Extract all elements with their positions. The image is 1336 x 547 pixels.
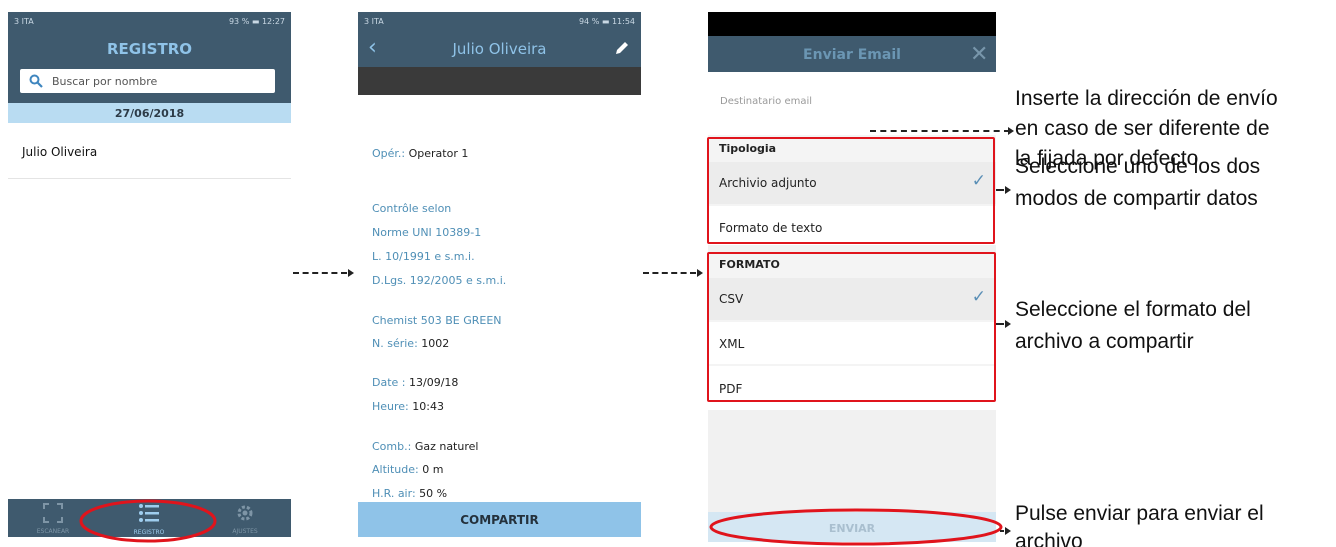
serie-row: N. série: 1002 (372, 337, 449, 350)
norme-label: Norme UNI 10389-1 (372, 226, 482, 239)
altitude-row: Altitude: 0 m (372, 463, 443, 476)
connector-format-head (1005, 320, 1011, 328)
annotation-recipient-line2: en caso de ser diferente de (1015, 117, 1270, 140)
annotation-recipient-line1: Inserte la dirección de envío (1015, 87, 1278, 110)
serie-value: 1002 (421, 337, 450, 350)
highlight-registro-ellipse (79, 499, 217, 543)
heure-label: Heure: (372, 400, 409, 413)
share-button[interactable]: COMPARTIR (358, 502, 641, 537)
heure-value: 10:43 (412, 400, 444, 413)
page-title: Julio Oliveira (452, 40, 547, 58)
heure-row: Heure: 10:43 (372, 400, 444, 413)
dialog-title: Enviar Email (803, 47, 901, 63)
altitude-label: Altitude: (372, 463, 419, 476)
edit-pencil-icon[interactable] (614, 40, 630, 56)
controle-label: Contrôle selon (372, 202, 452, 215)
connector-arrow-2 (643, 272, 696, 274)
page-title: REGISTRO (106, 40, 193, 58)
date-row: Date : 13/09/18 (372, 376, 458, 389)
status-bar: 3 ITA 94 % ▬ 11:54 (358, 12, 641, 34)
top-black-bar (708, 12, 996, 36)
annotation-format-line1: Seleccione el formato del (1015, 298, 1251, 321)
serie-label: N. série: (372, 337, 418, 350)
dlgs-label: D.Lgs. 192/2005 e s.m.i. (372, 274, 507, 287)
connector-arrow-1 (293, 272, 347, 274)
annotation-mode-line2: modos de compartir datos (1015, 187, 1258, 210)
date-label: Date : (372, 376, 406, 389)
date-label: 27/06/2018 (114, 107, 185, 120)
annotation-format: Seleccione el formato del archivo a comp… (1015, 297, 1251, 355)
connector-arrowhead-1 (348, 269, 354, 277)
altitude-value: 0 m (422, 463, 444, 476)
share-button-label: COMPARTIR (460, 513, 539, 527)
search-icon (29, 74, 43, 88)
connector-format (996, 323, 1004, 325)
connector-send (1000, 530, 1004, 532)
connector-arrowhead-2 (697, 269, 703, 277)
annotation-format-line2: archivo a compartir (1015, 330, 1194, 353)
date-value: 13/09/18 (409, 376, 459, 389)
connector-send-head (1005, 527, 1011, 535)
hr-label: H.R. air: (372, 487, 416, 500)
comb-value: Gaz naturel (414, 440, 479, 453)
annotation-send-line2: archivo (1015, 530, 1083, 547)
registro-screen: 3 ITA 93 % ▬ 12:27 REGISTRO Buscar por n… (8, 12, 291, 537)
date-section-header: 27/06/2018 (8, 103, 291, 123)
scan-icon (43, 503, 63, 523)
connector-mode-head (1005, 186, 1011, 194)
carrier-text: 3 ITA (364, 17, 384, 26)
detail-screen: 3 ITA 94 % ▬ 11:54 ‹ Julio Oliveira Opér… (358, 12, 641, 537)
operator-label: Opér.: (372, 147, 406, 160)
highlight-send-ellipse (709, 508, 1003, 546)
battery-time-text: 93 % ▬ 12:27 (228, 17, 285, 26)
carrier-text: 3 ITA (14, 17, 34, 26)
tab-ajustes[interactable]: AJUSTES (210, 501, 280, 537)
list-item[interactable]: Julio Oliveira (8, 123, 291, 179)
recipient-row: Destinatario email (708, 72, 996, 135)
battery-time-text: 94 % ▬ 11:54 (578, 17, 635, 26)
highlight-formato-box (707, 252, 996, 402)
annotation-mode: Seleccione uno de los dos modos de compa… (1015, 154, 1260, 212)
status-bar: 3 ITA 93 % ▬ 12:27 (8, 12, 291, 34)
comb-row: Comb.: Gaz naturel (372, 440, 478, 453)
comb-label: Comb.: (372, 440, 412, 453)
tab-ajustes-label: AJUSTES (232, 528, 258, 535)
annotation-send: Pulse enviar para enviar el archivo (1015, 501, 1264, 547)
search-input[interactable]: Buscar por nombre (52, 75, 157, 88)
operator-value: Operator 1 (408, 147, 469, 160)
list-item-name: Julio Oliveira (22, 145, 98, 159)
device-label: Chemist 503 BE GREEN (372, 314, 502, 327)
search-box[interactable]: Buscar por nombre (20, 69, 275, 93)
annotation-mode-line1: Seleccione uno de los dos (1015, 155, 1261, 178)
close-icon[interactable]: ✕ (970, 42, 988, 67)
operator-row: Opér.: Operator 1 (372, 147, 468, 160)
connector-recipient (870, 130, 1010, 132)
hr-value: 50 % (419, 487, 448, 500)
toolbar-strip (358, 67, 641, 95)
annotation-send-line1: Pulse enviar para enviar el (1015, 502, 1264, 525)
hr-row: H.R. air: 50 % (372, 487, 447, 500)
connector-recipient-head (1008, 127, 1014, 135)
connector-mode (996, 189, 1004, 191)
recipient-email-input[interactable]: Destinatario email (720, 96, 812, 107)
gear-icon (237, 505, 253, 521)
highlight-tipologia-box (707, 137, 995, 244)
loi-label: L. 10/1991 e s.m.i. (372, 250, 475, 263)
